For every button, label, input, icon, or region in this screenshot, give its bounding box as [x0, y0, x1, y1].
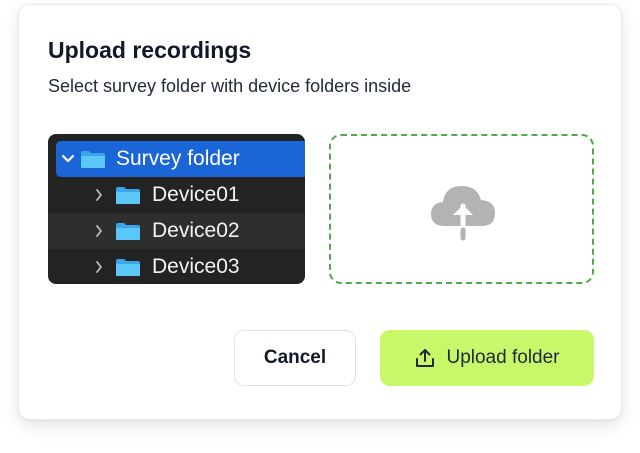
upload-folder-button[interactable]: Upload folder — [380, 330, 594, 386]
dialog-title: Upload recordings — [48, 37, 252, 63]
folder-icon — [116, 223, 140, 240]
dialog-subtitle: Select survey folder with device folders… — [48, 76, 412, 96]
folder-icon — [116, 187, 140, 204]
tree-label-device03: Device03 — [152, 255, 240, 278]
tree-row-device03: Device03 — [48, 249, 305, 284]
tree-row-device01: Device01 — [48, 177, 305, 213]
folder-icon — [81, 151, 105, 168]
tree-row-device02: Device02 — [48, 213, 305, 249]
tree-label-survey-folder: Survey folder — [116, 147, 240, 170]
chevron-down-icon — [61, 141, 75, 177]
chevron-right-icon — [94, 249, 104, 284]
chevron-right-icon — [94, 213, 104, 249]
folder-icon — [116, 259, 140, 276]
cloud-upload-icon — [431, 186, 495, 241]
tree-label-device02: Device02 — [152, 219, 240, 242]
cancel-button[interactable]: Cancel — [234, 330, 356, 386]
tree-row-partial — [48, 134, 305, 138]
tree-row-survey-folder: Survey folder — [56, 141, 305, 177]
tree-label-device01: Device01 — [152, 183, 240, 206]
upload-icon — [416, 349, 435, 367]
upload-dropzone[interactable] — [329, 134, 594, 284]
upload-dialog: Upload recordings Select survey folder w… — [18, 4, 622, 420]
folder-structure-preview: Survey folder Device01 Device02 Device03 — [48, 134, 305, 284]
chevron-right-icon — [94, 177, 104, 213]
cancel-button-label: Cancel — [263, 347, 327, 368]
upload-folder-button-label: Upload folder — [446, 347, 560, 368]
